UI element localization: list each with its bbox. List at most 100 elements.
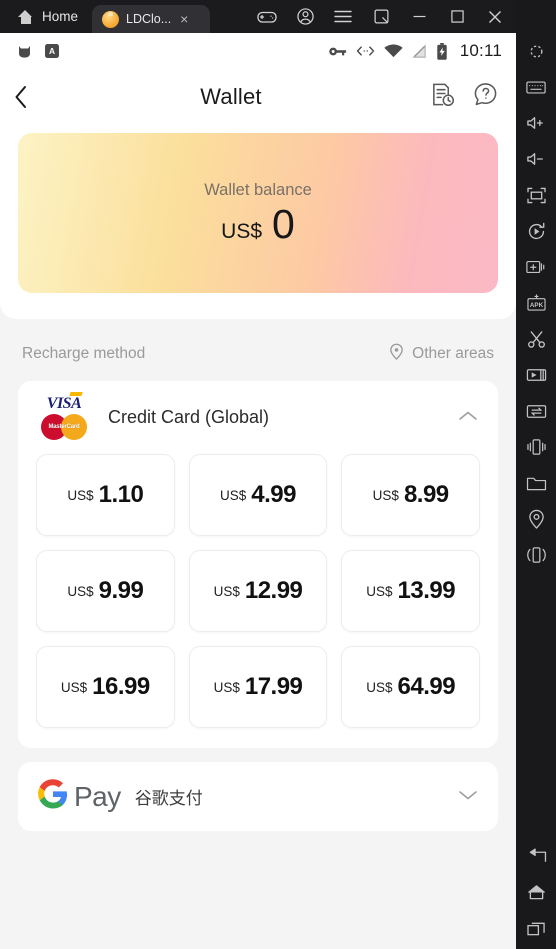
chevron-down-icon[interactable] [458, 788, 478, 806]
price-amount: 8.99 [403, 481, 449, 508]
help-question-icon[interactable] [473, 82, 498, 112]
recents-icon[interactable] [516, 913, 556, 949]
gamepad-icon[interactable] [248, 0, 286, 33]
home-icon [18, 9, 33, 24]
method-header-credit-card[interactable]: VISA MasterCard Credit Card (Global) [18, 381, 498, 454]
page-title: Wallet [200, 84, 262, 109]
method-name-google-pay: 谷歌支付 [134, 789, 203, 808]
tab-close-icon[interactable]: × [180, 12, 188, 26]
shake-icon[interactable] [516, 429, 556, 465]
card-brand-logos: VISA MasterCard [36, 395, 92, 440]
price-amount: 13.99 [397, 577, 456, 604]
price-tile[interactable]: US$ 8.99 [341, 454, 480, 536]
signal-icon [411, 43, 427, 59]
price-tile[interactable]: US$ 9.99 [36, 550, 175, 632]
add-instance-icon[interactable] [516, 249, 556, 285]
home-tab-label: Home [42, 9, 79, 24]
app-icon [102, 10, 120, 28]
balance-amount: US$ 0 [221, 204, 295, 245]
back-button[interactable] [14, 77, 48, 117]
account-icon[interactable] [286, 0, 324, 33]
price-amount: 16.99 [92, 673, 150, 700]
close-icon[interactable] [476, 0, 514, 33]
recharge-section-header: Recharge method Other areas [0, 319, 516, 381]
google-pay-wordmark: Pay [74, 780, 121, 812]
method-card-google-pay: Pay 谷歌支付 [18, 762, 498, 831]
price-currency: US$ [372, 487, 399, 503]
fullscreen-icon[interactable] [516, 177, 556, 213]
app-tab-ldcloud[interactable]: LDClo... × [92, 5, 211, 33]
rotate-icon[interactable] [516, 213, 556, 249]
balance-label: Wallet balance [204, 181, 312, 199]
wallet-balance-card: Wallet balance US$ 0 [18, 133, 498, 293]
home-icon[interactable] [516, 877, 556, 913]
price-tile[interactable]: US$ 1.10 [36, 454, 175, 536]
price-amount: 4.99 [251, 481, 296, 508]
svg-text:A: A [49, 46, 55, 56]
price-amount: 9.99 [98, 577, 144, 604]
cat-app-icon [16, 43, 33, 60]
price-amount: 17.99 [244, 673, 303, 700]
price-tile[interactable]: US$ 17.99 [188, 646, 328, 728]
multi-instance-icon[interactable] [362, 0, 400, 33]
maximize-icon[interactable] [438, 0, 476, 33]
price-currency: US$ [366, 679, 393, 695]
method-card-credit-card: VISA MasterCard Credit Card (Global) US$ [18, 381, 498, 748]
price-currency: US$ [67, 487, 94, 503]
price-currency: US$ [213, 583, 240, 599]
folder-icon[interactable] [516, 465, 556, 501]
location-pin-icon [388, 343, 405, 365]
android-screen: A 10:11 Wallet Wallet balance US$ 0 Rech… [0, 33, 516, 949]
method-name-credit-card: Credit Card (Global) [108, 407, 270, 427]
android-statusbar: A 10:11 [0, 33, 516, 69]
minimize-icon[interactable] [400, 0, 438, 33]
file-transfer-icon[interactable] [516, 393, 556, 429]
balance-value: 0 [272, 201, 295, 247]
price-tile[interactable]: US$ 64.99 [341, 646, 480, 728]
vpn-key-icon [328, 45, 347, 58]
location-icon[interactable] [516, 501, 556, 537]
install-apk-icon[interactable]: APK [516, 285, 556, 321]
wifi-icon [384, 44, 403, 58]
price-currency: US$ [67, 583, 94, 599]
price-currency: US$ [220, 487, 247, 503]
balance-currency: US$ [221, 220, 263, 243]
volume-up-icon[interactable] [516, 105, 556, 141]
svg-text:APK: APK [529, 302, 543, 309]
page-header: Wallet [0, 69, 516, 125]
back-icon[interactable] [516, 841, 556, 877]
price-tile[interactable]: US$ 12.99 [188, 550, 328, 632]
window-controls [248, 0, 556, 33]
google-g-icon [38, 779, 68, 814]
volume-down-icon[interactable] [516, 141, 556, 177]
chevron-up-icon[interactable] [458, 409, 478, 427]
method-header-google-pay[interactable]: Pay 谷歌支付 [18, 762, 498, 831]
screenshot-scissors-icon[interactable] [516, 321, 556, 357]
mastercard-label: MasterCard [48, 424, 80, 430]
price-tile[interactable]: US$ 13.99 [341, 550, 480, 632]
price-tile[interactable]: US$ 16.99 [36, 646, 175, 728]
price-amount: 1.10 [98, 481, 144, 508]
keyboard-input-icon: A [44, 43, 60, 59]
recharge-method-label: Recharge method [22, 345, 146, 362]
google-pay-logo: Pay [38, 779, 121, 814]
keyboard-icon[interactable] [516, 69, 556, 105]
price-currency: US$ [60, 679, 88, 695]
emulator-titlebar: Home LDClo... × [0, 0, 556, 33]
vibrate-icon[interactable] [516, 537, 556, 573]
settings-gear-icon[interactable] [516, 33, 556, 69]
price-tile[interactable]: US$ 4.99 [188, 454, 328, 536]
battery-charging-icon [436, 42, 448, 60]
other-areas-label: Other areas [412, 345, 494, 362]
balance-panel: Wallet balance US$ 0 [0, 125, 516, 319]
app-tab-label: LDClo... [126, 12, 172, 26]
price-currency: US$ [366, 583, 393, 599]
menu-icon[interactable] [324, 0, 362, 33]
price-amount: 64.99 [397, 673, 456, 700]
visa-logo: VISA [46, 395, 82, 412]
order-history-icon[interactable] [430, 82, 455, 112]
screen-record-icon[interactable] [516, 357, 556, 393]
home-tab-button[interactable]: Home [0, 0, 92, 33]
price-currency: US$ [213, 679, 240, 695]
other-areas-button[interactable]: Other areas [388, 343, 494, 365]
